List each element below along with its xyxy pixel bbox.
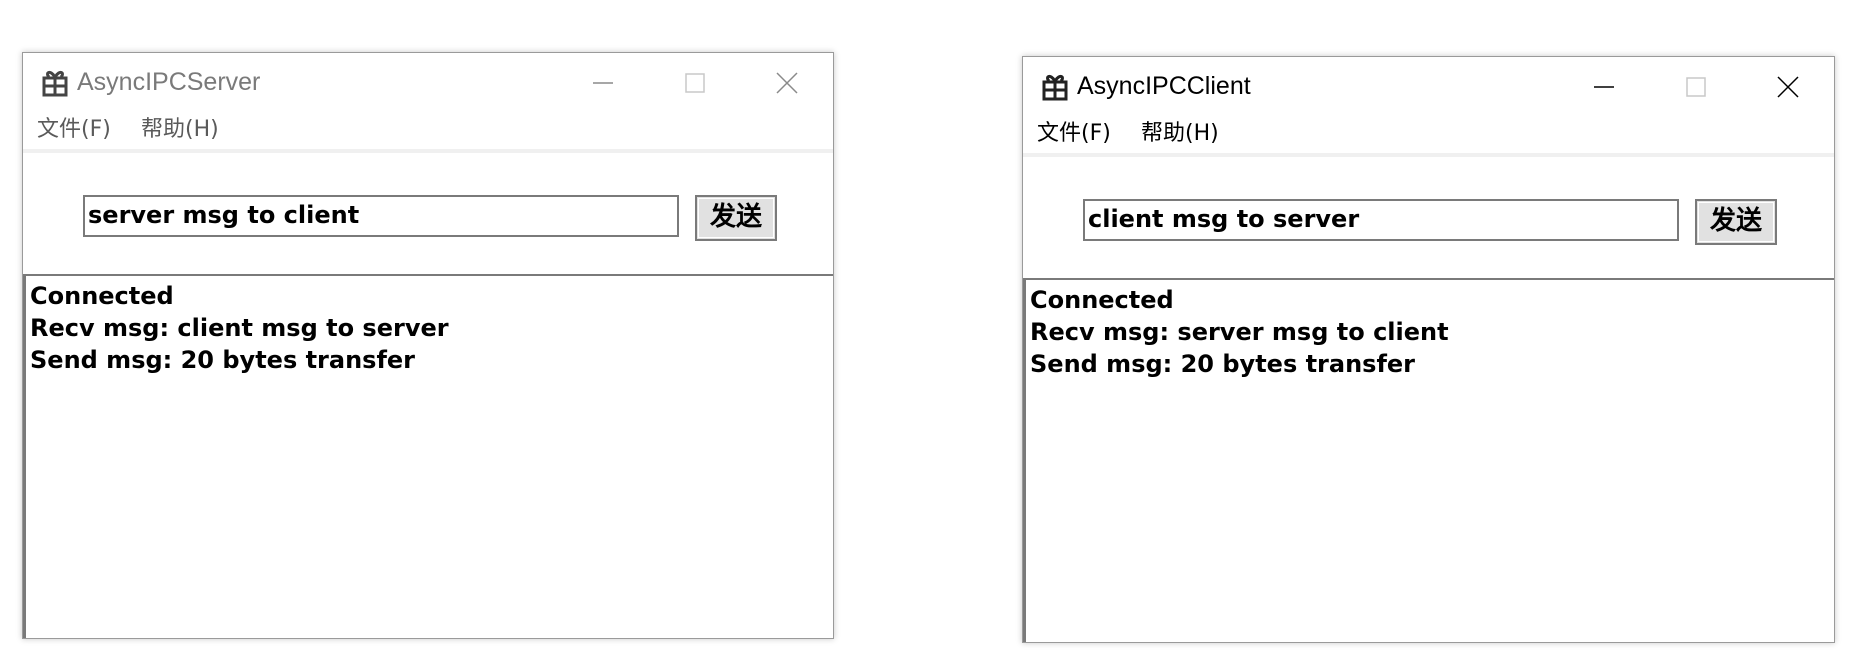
message-input[interactable]: client msg to server — [1083, 199, 1679, 241]
close-icon — [776, 72, 798, 94]
log-line: Send msg: 20 bytes transfer — [1030, 350, 1416, 378]
maximize-button[interactable] — [649, 53, 741, 113]
close-button[interactable] — [1742, 57, 1834, 117]
window-title: AsyncIPCServer — [77, 68, 261, 96]
send-button[interactable]: 发送 — [695, 195, 777, 241]
message-input[interactable]: server msg to client — [83, 195, 679, 237]
log-output[interactable]: Connected Recv msg: server msg to client… — [1023, 278, 1834, 642]
log-line: Send msg: 20 bytes transfer — [30, 346, 416, 374]
minimize-button[interactable] — [557, 53, 649, 113]
log-output[interactable]: Connected Recv msg: client msg to server… — [23, 274, 833, 638]
log-line: Recv msg: server msg to client — [1030, 318, 1449, 346]
close-icon — [1777, 76, 1799, 98]
menu-file[interactable]: 文件(F) — [1037, 119, 1111, 149]
menu-file[interactable]: 文件(F) — [37, 115, 111, 145]
gift-box-icon — [42, 70, 68, 97]
log-line: Connected — [1030, 286, 1174, 314]
minimize-icon — [593, 82, 613, 84]
send-button[interactable]: 发送 — [1695, 199, 1777, 245]
log-line: Connected — [30, 282, 174, 310]
maximize-icon — [1686, 77, 1706, 97]
menu-bar: 文件(F) 帮助(H) — [23, 113, 833, 153]
maximize-button[interactable] — [1650, 57, 1742, 117]
maximize-icon — [685, 73, 705, 93]
server-window: AsyncIPCServer 文件(F) 帮助(H) server msg to… — [22, 52, 834, 639]
title-bar[interactable]: AsyncIPCClient — [1023, 57, 1834, 117]
minimize-button[interactable] — [1558, 57, 1650, 117]
menu-help[interactable]: 帮助(H) — [1141, 119, 1219, 149]
log-line: Recv msg: client msg to server — [30, 314, 449, 342]
menu-help[interactable]: 帮助(H) — [141, 115, 219, 145]
window-title: AsyncIPCClient — [1077, 72, 1251, 100]
client-window: AsyncIPCClient 文件(F) 帮助(H) client msg to… — [1022, 56, 1835, 643]
gift-box-icon — [1042, 74, 1068, 101]
minimize-icon — [1594, 86, 1614, 88]
close-button[interactable] — [741, 53, 833, 113]
menu-bar: 文件(F) 帮助(H) — [1023, 117, 1834, 157]
title-bar[interactable]: AsyncIPCServer — [23, 53, 833, 113]
